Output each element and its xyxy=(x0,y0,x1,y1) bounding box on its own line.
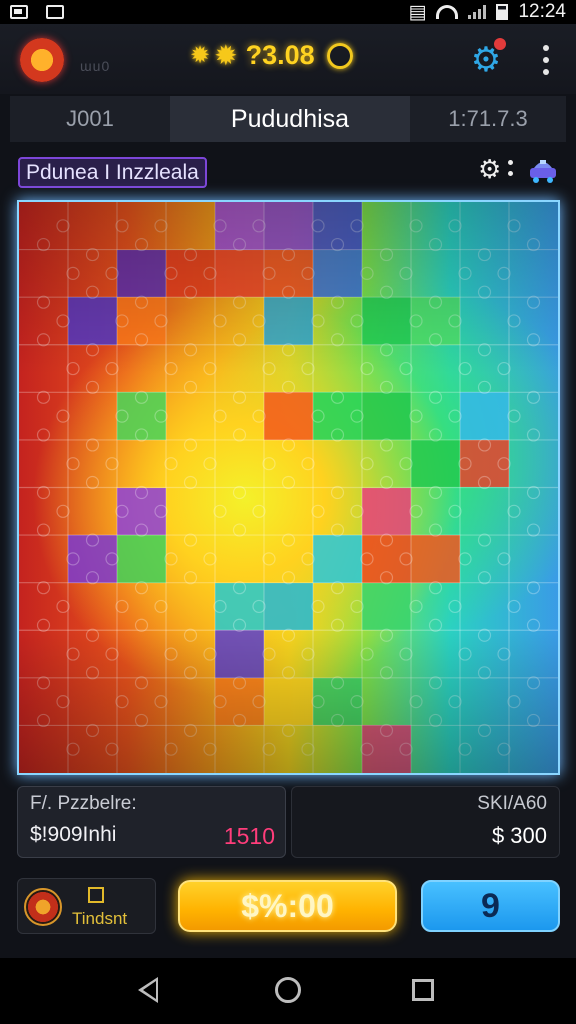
reward-panel: SKI/A60 $ 300 xyxy=(291,786,560,858)
signal-icon xyxy=(468,5,487,19)
gold-gear-icon: ✹ xyxy=(190,41,211,69)
tab-1[interactable]: J001 xyxy=(10,96,170,142)
puzzle-settings-icon[interactable]: ⚙ xyxy=(478,156,501,182)
image-notification-icon xyxy=(10,5,28,19)
play-button[interactable]: $%:00 xyxy=(178,880,397,932)
navigation-bar xyxy=(0,958,576,1024)
more-dots-icon xyxy=(543,45,549,51)
top-bar: ɯu0 ✹ ✹ ?3.08 ⚙ xyxy=(0,24,576,94)
notification-badge xyxy=(494,38,506,50)
wifi-icon xyxy=(436,5,459,19)
gold-gear-icon: ✹ xyxy=(214,39,238,71)
app-notification-icon xyxy=(46,5,64,19)
game-screen: ▤ 12:24 ɯu0 ✹ ✹ ?3.08 ⚙ J001 Pududhisa 1… xyxy=(0,0,576,1024)
reward-label: SKI/A60 xyxy=(477,793,547,814)
reward-value: $ 300 xyxy=(491,823,547,848)
puzzle-board[interactable] xyxy=(17,200,560,775)
status-bar: ▤ 12:24 xyxy=(0,0,576,24)
tab-bar: J001 Pududhisa 1:71.7.3 xyxy=(10,96,566,142)
more-menu-button[interactable] xyxy=(534,42,558,78)
pieces-panel: F/. Pzzbelre: $!909Inhi 1510 xyxy=(17,786,286,858)
book-icon xyxy=(88,887,104,903)
logo-subtext: ɯu0 xyxy=(80,58,111,74)
clock: 12:24 xyxy=(518,1,566,22)
game-logo[interactable] xyxy=(20,38,64,82)
battery-icon xyxy=(496,4,509,20)
recent-apps-icon[interactable] xyxy=(412,979,434,1001)
puzzle-grid xyxy=(19,202,558,773)
pieces-value: $!909Inhi xyxy=(30,823,117,846)
robot-icon[interactable] xyxy=(526,154,560,184)
pieces-count: 1510 xyxy=(223,823,275,849)
back-icon[interactable] xyxy=(138,977,158,1003)
coin-value: ?3.08 xyxy=(245,40,315,70)
tab-3[interactable]: 1:71.7.3 xyxy=(410,96,566,142)
puzzle-options-icon[interactable] xyxy=(508,160,513,176)
badge-icon xyxy=(24,888,62,926)
home-icon[interactable] xyxy=(275,977,301,1003)
coin-counter: ✹ ✹ ?3.08 xyxy=(190,40,353,71)
tournament-button[interactable]: Tindsnt xyxy=(17,878,156,934)
tab-2[interactable]: Pududhisa xyxy=(170,96,410,142)
tournament-label: Tindsnt xyxy=(72,909,128,928)
vibrate-icon: ▤ xyxy=(408,1,427,23)
puzzle-title: Pdunea I Inzzleala xyxy=(18,157,207,188)
hint-count-button[interactable]: 9 xyxy=(421,880,560,932)
coin-icon xyxy=(326,42,353,69)
pieces-label: F/. Pzzbelre: xyxy=(30,793,137,814)
